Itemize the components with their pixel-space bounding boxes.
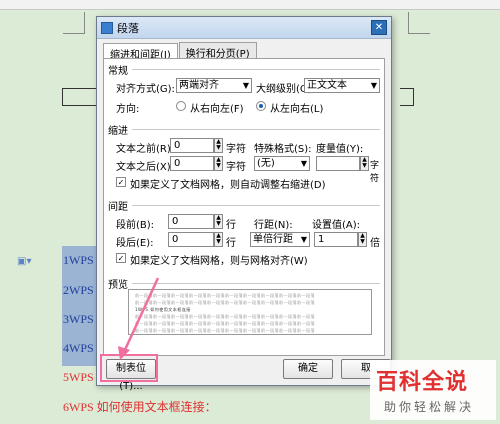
setting-spinner[interactable]: ▲ ▼ bbox=[358, 232, 367, 247]
preview-divider bbox=[132, 283, 380, 284]
preview-line: 前一段落前一段落前一段落前一段落前一段落前一段落前一段落前一段落前一段落前一段落 bbox=[135, 293, 315, 298]
indent-heading: 缩进 bbox=[108, 126, 128, 137]
line-spacing-label: 行距(N): bbox=[254, 220, 293, 231]
preview-box: 前一段落前一段落前一段落前一段落前一段落前一段落前一段落前一段落前一段落前一段落… bbox=[128, 289, 372, 335]
ruler bbox=[0, 0, 500, 10]
spacing-grid-checkbox[interactable]: ✓ bbox=[116, 253, 126, 263]
indent-before-spinner[interactable]: ▲ ▼ bbox=[214, 138, 223, 153]
space-after-unit[interactable]: 行 bbox=[226, 234, 236, 249]
indent-before-unit[interactable]: 字符 bbox=[226, 140, 246, 155]
page-corner-right bbox=[408, 12, 430, 34]
chevron-down-icon: ▼ bbox=[300, 235, 307, 244]
ok-button[interactable]: 确定 bbox=[283, 359, 333, 379]
ltr-label: 从左向右(L) bbox=[270, 104, 324, 115]
outline-select[interactable]: 正文文本 ▼ bbox=[304, 78, 380, 93]
preview-line: 前一段落前一段落前一段落前一段落前一段落前一段落前一段落前一段落前一段落前一段落 bbox=[135, 328, 315, 333]
chevron-down-icon: ▼ bbox=[370, 81, 377, 90]
direction-label: 方向: bbox=[116, 104, 140, 115]
indent-after-input[interactable]: 0 bbox=[170, 156, 214, 171]
space-before-input[interactable]: 0 bbox=[168, 214, 214, 229]
preview-current-line: 1WPS 如何使用文本框连接 bbox=[135, 307, 191, 312]
special-value: (无) bbox=[257, 158, 275, 169]
space-after-spinner[interactable]: ▲ ▼ bbox=[214, 232, 223, 247]
indent-after-label: 文本之后(X): bbox=[116, 162, 175, 173]
annotation-highlight-box bbox=[100, 354, 158, 382]
space-before-spinner[interactable]: ▲ ▼ bbox=[214, 214, 223, 229]
text-box-right[interactable] bbox=[400, 88, 414, 106]
measure-spinner[interactable]: ▲ ▼ bbox=[360, 156, 369, 171]
setting-input[interactable]: 1 bbox=[314, 232, 358, 247]
setting-unit: 倍 bbox=[370, 238, 380, 249]
indent-before-input[interactable]: 0 bbox=[170, 138, 214, 153]
space-after-input[interactable]: 0 bbox=[168, 232, 214, 247]
watermark-logo: 百科全说 bbox=[376, 370, 469, 395]
special-select[interactable]: (无) ▼ bbox=[254, 156, 310, 171]
align-label: 对齐方式(G): bbox=[116, 84, 175, 95]
space-after-label: 段后(E): bbox=[116, 238, 154, 249]
line-spacing-select[interactable]: 单倍行距 ▼ bbox=[250, 232, 310, 247]
doc-line-4: 4WPS bbox=[63, 341, 94, 355]
spacing-grid-label: 如果定义了文档网格，则与网格对齐(W) bbox=[130, 256, 308, 267]
rtl-radio[interactable] bbox=[176, 101, 186, 111]
preview-line: 前一段落前一段落前一段落前一段落前一段落前一段落前一段落前一段落前一段落前一段落 bbox=[135, 314, 315, 319]
ltr-radio[interactable] bbox=[256, 101, 266, 111]
paragraph-dialog: 段落 ✕ 缩进和间距(I) 换行和分页(P) 常规 对齐方式(G): 两端对齐 ▼… bbox=[96, 16, 392, 392]
align-select[interactable]: 两端对齐 ▼ bbox=[176, 78, 252, 93]
line-spacing-value: 单倍行距 bbox=[253, 234, 293, 245]
doc-line-3: 3WPS bbox=[63, 312, 94, 326]
spacing-heading: 间距 bbox=[108, 202, 128, 213]
measure-input[interactable] bbox=[316, 156, 360, 171]
preview-line: 前一段落前一段落前一段落前一段落前一段落前一段落前一段落前一段落前一段落前一段落 bbox=[135, 300, 315, 305]
preview-line: 前一段落前一段落前一段落前一段落前一段落前一段落前一段落前一段落前一段落前一段落 bbox=[135, 321, 315, 326]
paragraph-icon[interactable]: ▣▾ bbox=[17, 256, 31, 267]
outline-value: 正文文本 bbox=[307, 80, 347, 91]
rtl-label: 从右向左(F) bbox=[190, 104, 244, 115]
indent-after-unit[interactable]: 字符 bbox=[226, 158, 246, 173]
doc-line-5: 5WPS bbox=[63, 370, 94, 384]
chevron-down-icon: ▼ bbox=[242, 81, 249, 90]
indent-grid-label: 如果定义了文档网格，则自动调整右缩进(D) bbox=[130, 180, 326, 191]
spacing-divider bbox=[132, 205, 380, 206]
dialog-title: 段落 bbox=[117, 21, 139, 35]
tab-panel: 常规 对齐方式(G): 两端对齐 ▼ 大纲级别(O): 正文文本 ▼ 方向: 从右向… bbox=[103, 58, 385, 356]
measure-label: 度量值(Y): bbox=[316, 144, 364, 155]
general-heading: 常规 bbox=[108, 66, 128, 77]
doc-line-2: 2WPS bbox=[63, 283, 94, 297]
measure-unit[interactable]: 字符 bbox=[370, 158, 384, 184]
close-button[interactable]: ✕ bbox=[371, 20, 387, 35]
indent-before-label: 文本之前(R): bbox=[116, 144, 175, 155]
space-before-unit[interactable]: 行 bbox=[226, 216, 236, 231]
dialog-titlebar[interactable]: 段落 ✕ bbox=[97, 17, 391, 39]
preview-heading: 预览 bbox=[108, 280, 128, 291]
chevron-down-icon: ▼ bbox=[300, 159, 307, 168]
align-value: 两端对齐 bbox=[179, 80, 219, 91]
general-divider bbox=[132, 69, 380, 70]
indent-after-spinner[interactable]: ▲ ▼ bbox=[214, 156, 223, 171]
text-box-left[interactable] bbox=[62, 88, 98, 106]
dialog-app-icon bbox=[101, 21, 113, 34]
setting-label: 设置值(A): bbox=[312, 220, 361, 231]
doc-line-6: 6WPS 如何使用文本框连接： bbox=[63, 400, 217, 414]
special-label: 特殊格式(S): bbox=[254, 144, 312, 155]
space-before-label: 段前(B): bbox=[116, 220, 155, 231]
page-corner-left bbox=[63, 12, 85, 34]
indent-grid-checkbox[interactable]: ✓ bbox=[116, 177, 126, 187]
watermark-tagline: 助你轻松解决 bbox=[384, 400, 475, 414]
indent-divider bbox=[132, 129, 380, 130]
doc-line-1: 1WPS bbox=[63, 253, 94, 267]
